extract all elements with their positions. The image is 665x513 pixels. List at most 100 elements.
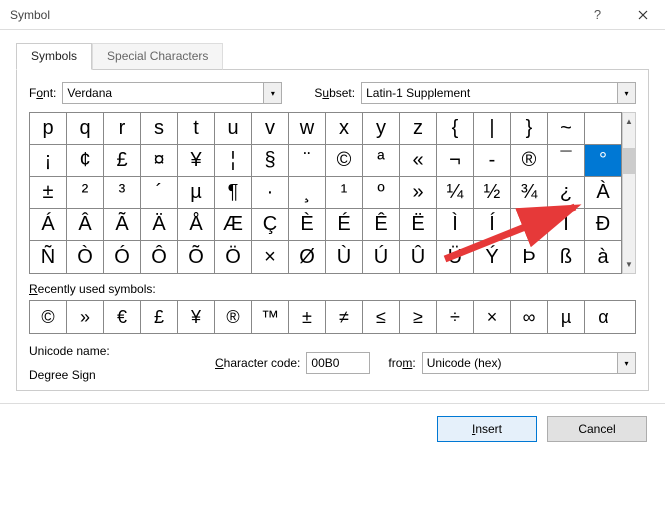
symbol-cell[interactable]: Ó: [104, 241, 141, 273]
symbol-cell[interactable]: y: [363, 113, 400, 145]
symbol-cell[interactable]: Ä: [141, 209, 178, 241]
symbol-cell[interactable]: |: [474, 113, 511, 145]
symbol-cell[interactable]: ¶: [215, 177, 252, 209]
symbol-cell[interactable]: [585, 113, 622, 145]
symbol-cell[interactable]: Î: [511, 209, 548, 241]
symbol-cell[interactable]: Ñ: [30, 241, 67, 273]
symbol-cell[interactable]: p: [30, 113, 67, 145]
symbol-cell[interactable]: »: [400, 177, 437, 209]
symbol-cell[interactable]: Ê: [363, 209, 400, 241]
symbol-cell[interactable]: Ï: [548, 209, 585, 241]
symbol-cell[interactable]: Ç: [252, 209, 289, 241]
recent-symbol-cell[interactable]: ¥: [178, 301, 215, 333]
recent-symbol-cell[interactable]: €: [104, 301, 141, 333]
scroll-up-icon[interactable]: ▲: [623, 113, 635, 130]
symbol-cell[interactable]: ¯: [548, 145, 585, 177]
symbol-cell[interactable]: Þ: [511, 241, 548, 273]
symbol-cell[interactable]: ¨: [289, 145, 326, 177]
scroll-track[interactable]: [623, 130, 635, 256]
symbol-grid[interactable]: pqrstuvwxyz{|}~¡¢£¤¥¦§¨©ª«¬-®¯°±²³´µ¶·¸¹…: [29, 112, 622, 274]
recent-symbol-cell[interactable]: ©: [30, 301, 67, 333]
symbol-cell[interactable]: Ò: [67, 241, 104, 273]
cancel-button[interactable]: Cancel: [547, 416, 647, 442]
symbol-cell[interactable]: u: [215, 113, 252, 145]
symbol-cell[interactable]: Â: [67, 209, 104, 241]
tab-special-characters[interactable]: Special Characters: [92, 43, 223, 70]
symbol-cell[interactable]: £: [104, 145, 141, 177]
recent-symbol-cell[interactable]: ∞: [511, 301, 548, 333]
symbol-cell[interactable]: ¾: [511, 177, 548, 209]
symbol-cell[interactable]: ¬: [437, 145, 474, 177]
symbol-cell[interactable]: Æ: [215, 209, 252, 241]
symbol-cell[interactable]: }: [511, 113, 548, 145]
recent-symbol-cell[interactable]: ®: [215, 301, 252, 333]
symbol-cell[interactable]: Í: [474, 209, 511, 241]
symbol-cell[interactable]: ¿: [548, 177, 585, 209]
symbol-cell[interactable]: Ú: [363, 241, 400, 273]
symbol-cell[interactable]: ¦: [215, 145, 252, 177]
symbol-cell[interactable]: §: [252, 145, 289, 177]
symbol-cell[interactable]: ¡: [30, 145, 67, 177]
symbol-cell[interactable]: s: [141, 113, 178, 145]
symbol-cell[interactable]: ²: [67, 177, 104, 209]
symbol-cell[interactable]: ±: [30, 177, 67, 209]
symbol-cell[interactable]: Ô: [141, 241, 178, 273]
symbol-cell[interactable]: ¤: [141, 145, 178, 177]
symbol-cell[interactable]: È: [289, 209, 326, 241]
font-select[interactable]: Verdana ▾: [62, 82, 282, 104]
symbol-cell[interactable]: °: [585, 145, 622, 177]
scroll-thumb[interactable]: [623, 148, 635, 174]
symbol-cell[interactable]: Ù: [326, 241, 363, 273]
symbol-cell[interactable]: ·: [252, 177, 289, 209]
recent-symbol-cell[interactable]: ×: [474, 301, 511, 333]
recent-symbol-cell[interactable]: ™: [252, 301, 289, 333]
symbol-cell[interactable]: Á: [30, 209, 67, 241]
symbol-cell[interactable]: É: [326, 209, 363, 241]
symbol-cell[interactable]: ß: [548, 241, 585, 273]
symbol-cell[interactable]: ½: [474, 177, 511, 209]
symbol-cell[interactable]: µ: [178, 177, 215, 209]
recent-symbol-cell[interactable]: ≥: [400, 301, 437, 333]
symbol-cell[interactable]: Ì: [437, 209, 474, 241]
symbol-cell[interactable]: ¥: [178, 145, 215, 177]
subset-select[interactable]: Latin-1 Supplement ▾: [361, 82, 636, 104]
symbol-cell[interactable]: ©: [326, 145, 363, 177]
symbol-cell[interactable]: w: [289, 113, 326, 145]
tab-symbols[interactable]: Symbols: [16, 43, 92, 70]
recent-symbol-cell[interactable]: £: [141, 301, 178, 333]
symbol-cell[interactable]: Å: [178, 209, 215, 241]
recent-symbol-cell[interactable]: ≠: [326, 301, 363, 333]
symbol-cell[interactable]: {: [437, 113, 474, 145]
symbol-cell[interactable]: -: [474, 145, 511, 177]
symbol-cell[interactable]: r: [104, 113, 141, 145]
symbol-cell[interactable]: «: [400, 145, 437, 177]
symbol-cell[interactable]: x: [326, 113, 363, 145]
recent-symbol-cell[interactable]: ≤: [363, 301, 400, 333]
recent-symbol-cell[interactable]: »: [67, 301, 104, 333]
symbol-cell[interactable]: Ø: [289, 241, 326, 273]
symbol-cell[interactable]: Ð: [585, 209, 622, 241]
help-button[interactable]: ?: [575, 0, 620, 30]
scrollbar[interactable]: ▲ ▼: [622, 112, 636, 274]
symbol-cell[interactable]: ¹: [326, 177, 363, 209]
close-button[interactable]: [620, 0, 665, 30]
symbol-cell[interactable]: ¸: [289, 177, 326, 209]
symbol-cell[interactable]: ~: [548, 113, 585, 145]
recent-grid[interactable]: ©»€£¥®™±≠≤≥÷×∞µα: [29, 300, 636, 334]
symbol-cell[interactable]: q: [67, 113, 104, 145]
symbol-cell[interactable]: Ã: [104, 209, 141, 241]
symbol-cell[interactable]: Ë: [400, 209, 437, 241]
recent-symbol-cell[interactable]: ±: [289, 301, 326, 333]
symbol-cell[interactable]: Ý: [474, 241, 511, 273]
recent-symbol-cell[interactable]: µ: [548, 301, 585, 333]
symbol-cell[interactable]: ´: [141, 177, 178, 209]
symbol-cell[interactable]: ¢: [67, 145, 104, 177]
symbol-cell[interactable]: ®: [511, 145, 548, 177]
symbol-cell[interactable]: v: [252, 113, 289, 145]
insert-button[interactable]: Insert: [437, 416, 537, 442]
recent-symbol-cell[interactable]: α: [585, 301, 622, 333]
symbol-cell[interactable]: ³: [104, 177, 141, 209]
charcode-input[interactable]: [306, 352, 370, 374]
symbol-cell[interactable]: Û: [400, 241, 437, 273]
symbol-cell[interactable]: Ö: [215, 241, 252, 273]
